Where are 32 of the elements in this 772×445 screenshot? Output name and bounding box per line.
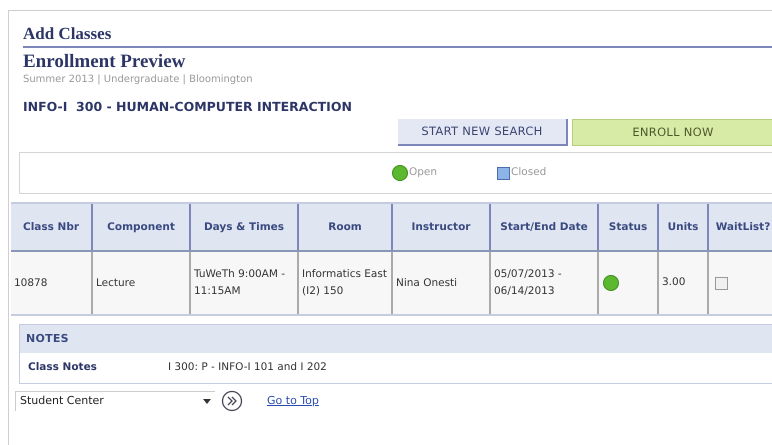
go-icon[interactable] [221,390,243,412]
page-title: Add Classes [23,23,772,48]
table-cell-text: Lecture [96,276,136,290]
notes-text: I 300: P - INFO-I 101 and I 202 [168,360,327,376]
table-cell-text: 05/07/2013 - 06/14/2013 [494,267,563,299]
column-header: Class Nbr [11,204,93,250]
table-cell-text: Nina Onesti [396,276,458,290]
table-cell-text: 10878 [14,276,48,290]
term-subtitle: Summer 2013 | Undergraduate | Bloomington [23,73,254,87]
column-header: Status [599,204,659,250]
course-title: INFO-I 300 - HUMAN-COMPUTER INTERACTION [23,99,353,115]
column-header: Units [659,204,709,250]
legend-label: Open [409,165,438,180]
column-header: WaitList? [709,204,772,250]
table-cell-text: Informatics East (I2) 150 [302,267,388,299]
go-to-top-link[interactable]: Go to Top [267,392,319,410]
search-button[interactable]: START NEW SEARCH [398,119,568,146]
enroll-button[interactable]: ENROLL NOW [572,119,772,146]
table-cell-text: TuWeTh 9:00AM - 11:15AM [194,267,286,299]
caret-icon [203,399,211,404]
column-header: Start/End Date [491,204,599,250]
notes-label: Class Notes [28,360,98,376]
notes-title: NOTES [26,330,69,347]
page-dropdown[interactable]: Student Center [15,391,215,411]
column-header: Room [299,204,393,250]
legend-label: Closed [511,165,546,180]
column-header: Component [93,204,191,250]
table-cell-text: 3.00 [662,275,686,290]
waitlist-checkbox[interactable] [715,276,728,290]
column-header: Days & Times [191,204,299,250]
page-heading: Enrollment Preview [23,51,186,73]
column-header: Instructor [393,204,491,250]
